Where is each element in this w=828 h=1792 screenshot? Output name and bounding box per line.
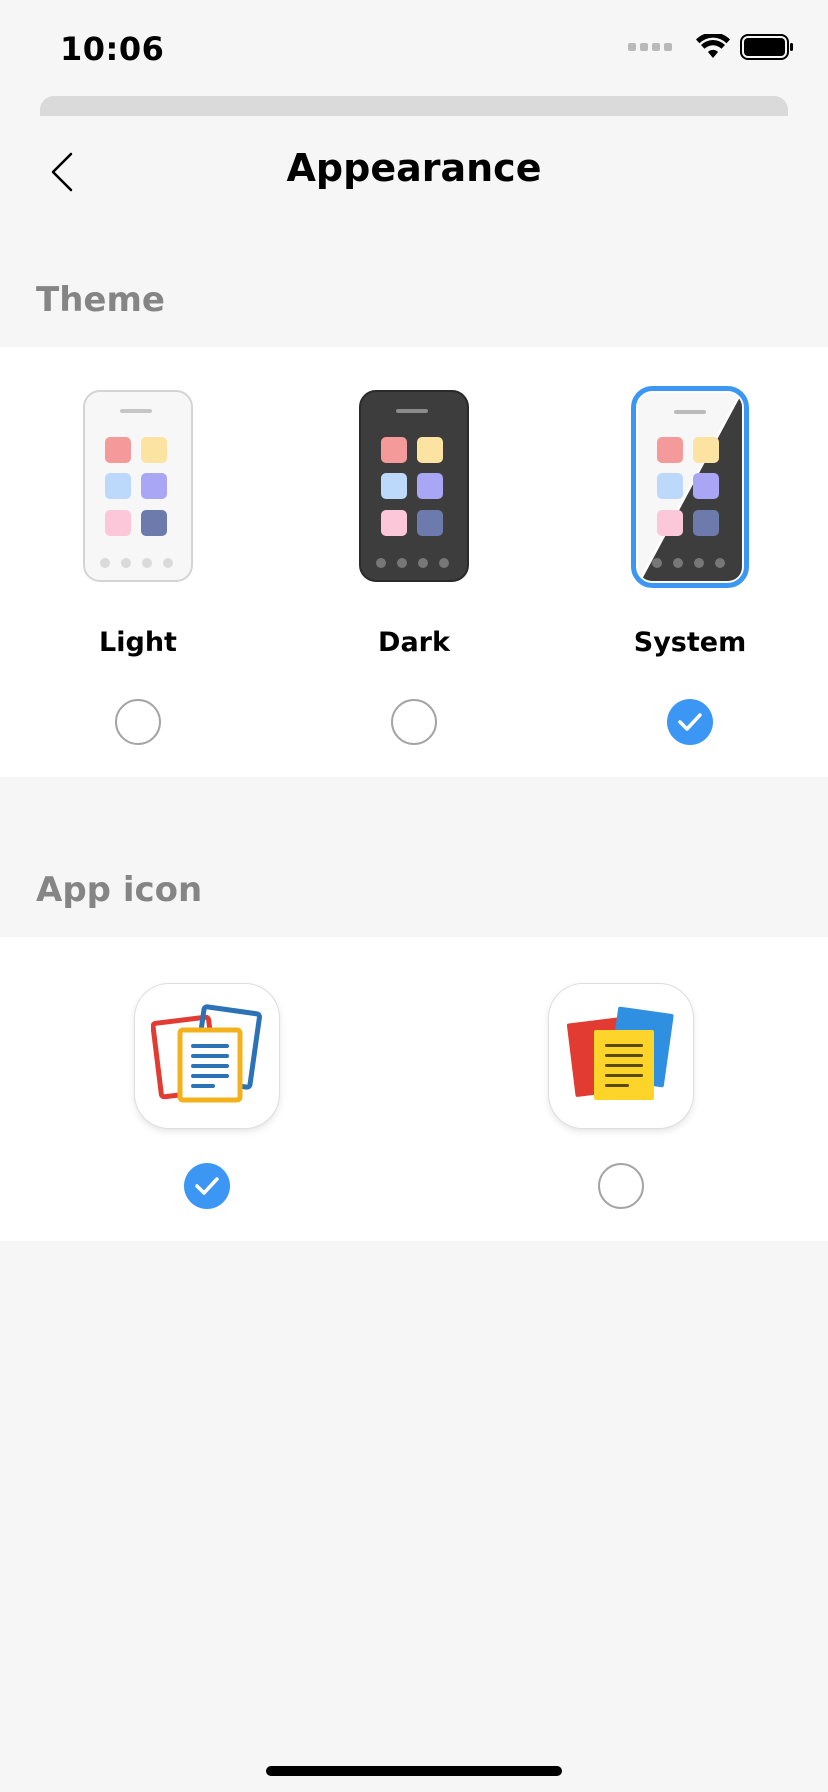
notes-yellow-icon [566, 1006, 674, 1100]
dark-theme-preview-icon [359, 390, 469, 582]
status-bar: 10:06 [0, 0, 828, 96]
theme-radio-dark[interactable] [391, 699, 437, 745]
wifi-icon [696, 34, 730, 58]
app-icon-radio-yellow[interactable] [598, 1163, 644, 1209]
theme-label-dark: Dark [378, 627, 450, 658]
app-icon-tile-yellow [549, 984, 693, 1128]
theme-radio-light[interactable] [115, 699, 161, 745]
app-icon-tile-blue [135, 984, 279, 1128]
system-theme-preview-icon [631, 386, 749, 588]
status-time: 10:06 [60, 30, 165, 68]
theme-label-system: System [633, 627, 747, 658]
app-icon-panel [0, 937, 828, 1241]
theme-panel: Light Dark System [0, 347, 828, 777]
theme-option-system[interactable]: System [552, 347, 828, 777]
theme-option-light[interactable]: Light [0, 347, 276, 777]
notes-blue-icon [151, 1004, 262, 1103]
home-indicator [266, 1766, 562, 1776]
checkmark-icon [678, 713, 702, 731]
battery-icon [740, 34, 793, 60]
app-icon-option-yellow[interactable] [414, 937, 828, 1241]
status-icons [628, 34, 794, 60]
app-icon-radio-blue[interactable] [184, 1163, 230, 1209]
nav-bar: Appearance [0, 116, 828, 226]
checkmark-icon [195, 1177, 219, 1195]
theme-radio-system[interactable] [667, 699, 713, 745]
theme-option-dark[interactable]: Dark [276, 347, 552, 777]
page-title: Appearance [286, 146, 542, 190]
cellular-signal-icon [628, 43, 672, 51]
app-icon-section-header: App icon [36, 870, 203, 910]
sheet-top-edge [40, 96, 788, 116]
app-icon-option-blue[interactable] [0, 937, 414, 1241]
theme-label-light: Light [99, 627, 177, 658]
theme-section-header: Theme [36, 280, 165, 320]
light-theme-preview-icon [83, 390, 193, 582]
